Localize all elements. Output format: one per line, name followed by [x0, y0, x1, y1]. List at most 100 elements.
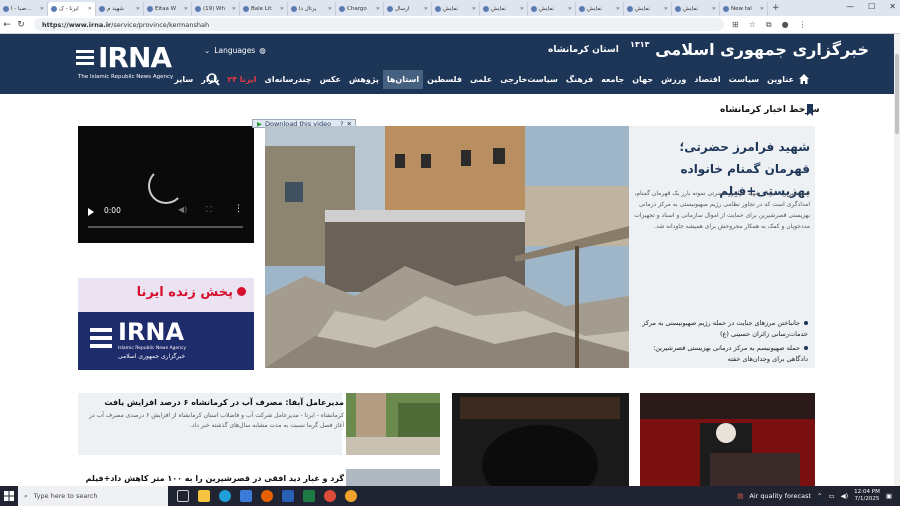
minimize-icon[interactable]: — [846, 2, 854, 11]
menu-item-sports[interactable]: ورزش [657, 70, 690, 89]
tab-close-icon[interactable]: ✕ [664, 6, 668, 12]
tab-close-icon[interactable]: ✕ [328, 6, 332, 12]
new-tab-icon[interactable]: + [772, 3, 780, 13]
bookmark-star-icon[interactable]: ☆ [749, 20, 756, 30]
tab-close-icon[interactable]: ✕ [616, 6, 620, 12]
clock[interactable]: 12:04 PM 7/1/2025 [854, 489, 880, 503]
play-icon[interactable] [88, 208, 94, 216]
file-explorer-icon[interactable] [198, 490, 210, 502]
search-icon[interactable] [206, 72, 220, 86]
app-icon[interactable] [345, 490, 357, 502]
tab-close-icon[interactable]: ✕ [88, 6, 92, 12]
menu-item-other[interactable]: سایر [170, 70, 197, 89]
related-link-1[interactable]: جانباختن مرزهای جنایت در حمله رژیم صهیون… [636, 318, 808, 340]
profile-icon[interactable]: ● [782, 20, 789, 30]
news-card-2-title[interactable]: گرد و غبار دید افقی در قصرشیرین را به ۱۰… [82, 474, 344, 483]
weather-label[interactable]: Air quality forecast [749, 492, 811, 500]
tab-close-icon[interactable]: ✕ [472, 6, 476, 12]
tab-close-icon[interactable]: ✕ [184, 6, 188, 12]
store-icon[interactable] [240, 490, 252, 502]
close-icon[interactable]: ✕ [889, 2, 896, 11]
page-scrollbar[interactable] [894, 34, 900, 486]
menu-item-science[interactable]: علمی [466, 70, 496, 89]
menu-item-palestine[interactable]: فلسطین [423, 70, 466, 89]
browser-tab[interactable]: نمایش ✕ [624, 2, 672, 16]
menu-item-research[interactable]: پژوهش [345, 70, 383, 89]
browser-tab[interactable]: صبا - ا... ✕ [0, 2, 48, 16]
url-field[interactable]: https://www.irna.ir/service/province/ker… [34, 18, 724, 31]
languages-dropdown[interactable]: ⌄ Languages ◍ [204, 46, 266, 55]
browser-tab[interactable]: نمایش ✕ [432, 2, 480, 16]
tray-chevron-icon[interactable]: ⌃ [817, 492, 822, 500]
tab-close-icon[interactable]: ✕ [136, 6, 140, 12]
browser-tab[interactable]: Chargo ✕ [336, 2, 384, 16]
firefox-icon[interactable] [261, 490, 273, 502]
browser-tab[interactable]: ایرنا - ک ✕ [48, 2, 96, 16]
translate-icon[interactable]: ⊞ [732, 20, 739, 30]
tab-close-icon[interactable]: ✕ [232, 6, 236, 12]
menu-item-foreign-policy[interactable]: سیاست‌خارجی [496, 70, 562, 89]
excel-icon[interactable] [303, 490, 315, 502]
browser-tab[interactable]: نمایش ✕ [672, 2, 720, 16]
live-irna-logo[interactable]: IRNA Islamic Republic News Agency خبرگزا… [78, 312, 254, 370]
tab-close-icon[interactable]: ✕ [568, 6, 572, 12]
browser-tab[interactable]: نمایش ✕ [480, 2, 528, 16]
menu-item-headlines[interactable]: عناوین [763, 70, 798, 89]
video-menu-icon[interactable]: ⋮ [234, 204, 243, 214]
home-icon[interactable] [798, 73, 810, 85]
tab-close-icon[interactable]: ✕ [280, 6, 284, 12]
edge-icon[interactable] [219, 490, 231, 502]
tab-close-icon[interactable]: ✕ [520, 6, 524, 12]
news-card-1-title[interactable]: مدیرعامل آبفا: مصرف آب در کرمانشاه ۶ درص… [82, 398, 344, 407]
maximize-icon[interactable]: ☐ [868, 2, 875, 11]
tab-close-icon[interactable]: ✕ [40, 6, 44, 12]
volume-icon[interactable]: ◀) [178, 205, 187, 214]
tab-close-icon[interactable]: ✕ [424, 6, 428, 12]
network-icon[interactable]: ▭ [828, 492, 834, 500]
news-card-2-photo[interactable] [346, 469, 440, 487]
browser-tab[interactable]: Bale Lit ✕ [240, 2, 288, 16]
hero-news-photo[interactable] [265, 126, 629, 368]
menu-item-provinces[interactable]: استان‌ها [382, 70, 424, 89]
menu-item-world[interactable]: جهان [628, 70, 657, 89]
browser-tab[interactable]: شهید م ✕ [96, 2, 144, 16]
browser-tab[interactable]: New tal ✕ [720, 2, 768, 16]
menu-item-multimedia[interactable]: چندرسانه‌ای [261, 70, 316, 89]
menu-item-culture[interactable]: فرهنگ [562, 70, 597, 89]
live-label: پخش زنده ایرنا [136, 285, 233, 300]
video-player[interactable]: 0:00 ◀) ⛶ ⋮ [78, 126, 254, 243]
video-progress-bar[interactable] [88, 226, 243, 228]
menu-item-photo[interactable]: عکس [316, 70, 345, 89]
tab-close-icon[interactable]: ✕ [760, 6, 764, 12]
menu-item-economy[interactable]: اقتصاد [690, 70, 724, 89]
menu-item-irna24[interactable]: ایرنا ۲۴ [223, 70, 260, 89]
browser-tab[interactable]: Eitaa W ✕ [144, 2, 192, 16]
live-stream-text[interactable]: پخش زنده ایرنا [82, 285, 246, 300]
browser-tab[interactable]: پرتال دا ✕ [288, 2, 336, 16]
menu-dots-icon[interactable]: ⋮ [799, 20, 807, 30]
news-card-1-photo[interactable] [346, 393, 440, 455]
notifications-icon[interactable]: ▣ [886, 492, 892, 500]
back-icon[interactable]: ← [0, 20, 14, 30]
news-card-3-photo[interactable] [452, 393, 629, 487]
scrollbar-thumb[interactable] [895, 54, 899, 134]
browser-tab[interactable]: ارسال ✕ [384, 2, 432, 16]
fullscreen-icon[interactable]: ⛶ [206, 205, 212, 215]
browser-tab[interactable]: (19) Wh ✕ [192, 2, 240, 16]
menu-item-society[interactable]: جامعه [597, 70, 628, 89]
start-button[interactable] [0, 486, 18, 506]
extensions-icon[interactable]: ⧉ [766, 20, 772, 30]
browser-tab[interactable]: نمایش ✕ [528, 2, 576, 16]
tab-close-icon[interactable]: ✕ [712, 6, 716, 12]
related-link-2[interactable]: حمله صهیونیسم به مرکز درمانی بهزیستی قصر… [636, 343, 808, 365]
task-view-icon[interactable] [177, 490, 189, 502]
news-card-4-photo[interactable] [640, 393, 815, 487]
tab-close-icon[interactable]: ✕ [376, 6, 380, 12]
reload-icon[interactable]: ↻ [14, 20, 28, 30]
chrome-icon[interactable] [324, 490, 336, 502]
volume-icon[interactable]: ◀) [841, 492, 849, 500]
taskbar-search[interactable]: ⌕ Type here to search [18, 486, 168, 506]
menu-item-politics[interactable]: سیاست [725, 70, 763, 89]
word-icon[interactable] [282, 490, 294, 502]
browser-tab[interactable]: نمایش ✕ [576, 2, 624, 16]
